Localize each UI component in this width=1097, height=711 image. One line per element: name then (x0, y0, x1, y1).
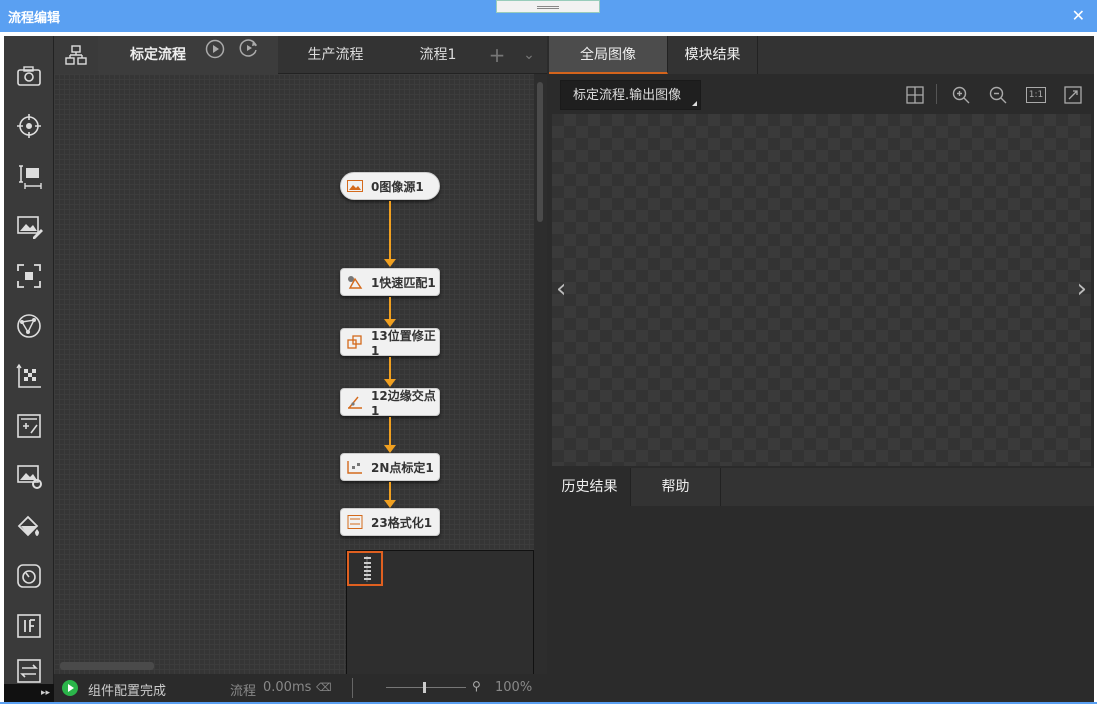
calculator-icon[interactable] (14, 411, 44, 441)
minimap[interactable]: ↘ (346, 550, 534, 674)
tab-help[interactable]: 帮助 (631, 468, 721, 506)
measure-icon[interactable] (14, 161, 44, 191)
flow-node[interactable]: 13位置修正1 (340, 328, 440, 358)
node-label: 1快速匹配1 (371, 275, 436, 290)
zoom-value: 100% (495, 680, 533, 695)
node-label: 13位置修正1 (371, 328, 436, 358)
format-icon (347, 515, 363, 529)
geometry-icon[interactable] (14, 311, 44, 341)
connector (389, 297, 391, 321)
node-label: 0图像源1 (371, 179, 424, 194)
divider (936, 84, 937, 104)
tab-production-flow[interactable]: 生产流程 (278, 36, 393, 74)
fit-window-icon[interactable] (1064, 86, 1082, 104)
run-loop-icon[interactable] (238, 36, 260, 74)
n-point-calibration-icon (347, 460, 363, 474)
app-body: ▸▸ 标定流程 生产流程 流程1 + ⌄ 0图像源1 1快速匹配1 13位置修正… (4, 36, 1094, 702)
calibration-icon[interactable] (14, 361, 44, 391)
fast-match-icon (347, 275, 363, 289)
zoom-in-icon[interactable] (952, 86, 970, 104)
toolbox: ▸▸ (4, 36, 54, 702)
flow-tree-icon[interactable] (54, 36, 98, 74)
tab-label: 标定流程 (130, 47, 186, 63)
window-title: 流程编辑 (8, 11, 61, 26)
result-tabs: 历史结果 帮助 (549, 468, 1094, 506)
zoom-slider-handle[interactable] (423, 682, 426, 693)
image-edit-icon[interactable] (14, 211, 44, 241)
image-viewer[interactable]: ‹ › (552, 114, 1091, 466)
tab-global-image[interactable]: 全局图像 (549, 36, 668, 74)
image-tabs: 全局图像 模块结果 (549, 36, 1094, 74)
result-panel (549, 506, 1094, 702)
previous-image-icon[interactable]: ‹ (556, 274, 566, 304)
zoom-slider[interactable] (386, 687, 466, 688)
close-icon[interactable]: ✕ (1072, 6, 1085, 25)
flow-time-label: 流程 (230, 684, 257, 699)
grid-icon[interactable] (906, 86, 924, 104)
tab-calibration-flow[interactable]: 标定流程 (98, 36, 278, 74)
tab-history-result[interactable]: 历史结果 (549, 468, 631, 506)
tab-flow1[interactable]: 流程1 (393, 36, 483, 74)
vertical-scrollbar[interactable] (534, 74, 547, 674)
tab-module-result[interactable]: 模块结果 (668, 36, 758, 74)
node-label: 23格式化1 (371, 515, 433, 530)
run-once-icon[interactable] (205, 36, 225, 74)
divider (352, 678, 353, 698)
image-panel: 全局图像 模块结果 标定流程.输出图像 1:1 ‹ › 历史结果 帮助 (549, 36, 1094, 702)
window-bottom-border (0, 702, 1097, 711)
locate-icon[interactable] (14, 261, 44, 291)
image-toolbar: 标定流程.输出图像 1:1 (549, 74, 1094, 114)
logic-icon[interactable] (14, 561, 44, 591)
chevron-down-icon[interactable]: ⌄ (516, 36, 542, 74)
image-process-icon[interactable] (14, 461, 44, 491)
flow-node[interactable]: 1快速匹配1 (340, 268, 440, 296)
color-fill-icon[interactable] (14, 511, 44, 541)
connector-arrow (384, 445, 396, 453)
zoom-icon: ⚲ (472, 679, 481, 693)
flow-editor-window: 流程编辑 ✕ ▸▸ 标定流程 生产流程 流程1 + ⌄ 0图像源1 1快速匹配1… (0, 0, 1097, 711)
connector (389, 417, 391, 447)
camera-icon[interactable] (14, 61, 44, 91)
flow-tabs: 标定流程 生产流程 流程1 + ⌄ (54, 36, 547, 74)
zoom-out-icon[interactable] (989, 86, 1007, 104)
time-settings-icon[interactable]: ⌫ (316, 681, 332, 694)
edge-intersection-icon (347, 395, 363, 409)
minimap-viewport[interactable] (347, 551, 383, 586)
switch-icon[interactable] (14, 656, 44, 686)
toolbox-expand-button[interactable]: ▸▸ (4, 684, 54, 702)
position-fix-icon (347, 335, 363, 349)
flow-node[interactable]: 23格式化1 (340, 508, 440, 536)
add-tab-button[interactable]: + (483, 36, 511, 74)
connector (389, 357, 391, 381)
flow-time-value: 0.00ms (263, 680, 312, 695)
connector (389, 201, 391, 261)
actual-size-button[interactable]: 1:1 (1026, 87, 1046, 103)
flow-node[interactable]: 2N点标定1 (340, 453, 440, 481)
flow-canvas[interactable]: 0图像源1 1快速匹配1 13位置修正1 12边缘交点1 2N点标定1 23格式… (54, 74, 534, 674)
node-label: 12边缘交点1 (371, 388, 436, 418)
node-label: 2N点标定1 (371, 460, 434, 475)
run-status-icon[interactable] (62, 680, 78, 696)
connector (389, 482, 391, 502)
flow-panel: 标定流程 生产流程 流程1 + ⌄ 0图像源1 1快速匹配1 13位置修正1 1… (54, 36, 547, 702)
status-message: 组件配置完成 (88, 684, 167, 699)
status-bar: 组件配置完成 流程 0.00ms ⌫ ⚲ 100% (54, 674, 547, 702)
if-icon[interactable] (14, 611, 44, 641)
flow-node[interactable]: 12边缘交点1 (340, 388, 440, 418)
image-source-select[interactable]: 标定流程.输出图像 (560, 80, 701, 110)
connector-arrow (384, 259, 396, 267)
connector-arrow (384, 500, 396, 508)
image-source-icon (347, 179, 363, 193)
flow-node[interactable]: 0图像源1 (340, 172, 440, 200)
horizontal-scrollbar[interactable] (54, 660, 534, 672)
target-icon[interactable] (14, 111, 44, 141)
next-image-icon[interactable]: › (1077, 274, 1087, 304)
drag-handle[interactable] (496, 0, 600, 13)
title-bar: 流程编辑 ✕ (0, 0, 1097, 32)
